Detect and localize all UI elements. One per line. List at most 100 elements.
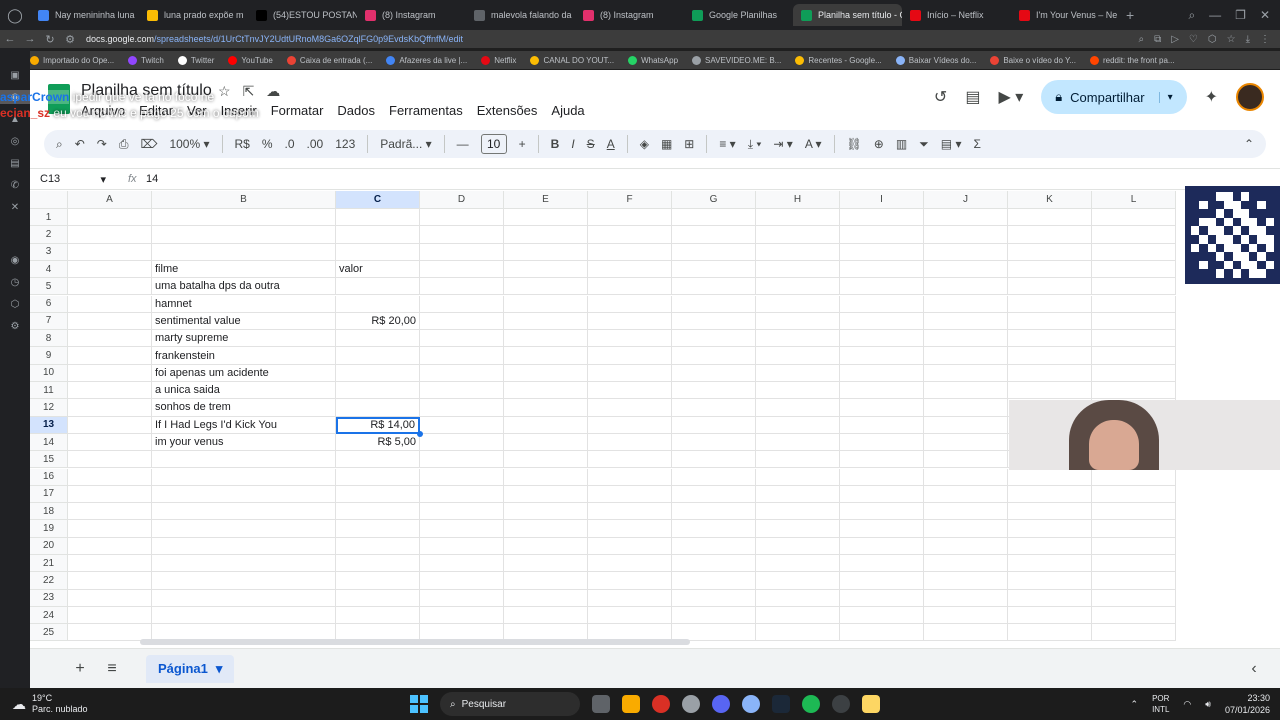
add-sheet-icon[interactable]: + <box>64 660 96 678</box>
grid-cell[interactable] <box>756 485 840 504</box>
forward-icon[interactable]: → <box>20 33 40 45</box>
grid-cell[interactable] <box>840 589 924 607</box>
grid-cell[interactable] <box>1008 537 1092 555</box>
grid-cell[interactable] <box>924 624 1008 642</box>
grid-cell[interactable] <box>1092 555 1176 573</box>
column-header[interactable]: L <box>1092 191 1176 209</box>
grid-cell[interactable] <box>336 606 420 625</box>
grid-cell[interactable] <box>420 451 504 469</box>
grid-cell[interactable] <box>1008 485 1092 504</box>
grid-cell[interactable] <box>1092 226 1176 244</box>
undo-icon[interactable]: ↶ <box>75 137 85 151</box>
grid-cell[interactable] <box>756 278 840 296</box>
grid-cell[interactable] <box>756 364 840 382</box>
selected-cell[interactable]: R$ 14,00 <box>336 416 420 434</box>
grid-cell[interactable] <box>672 278 756 296</box>
grid-cell[interactable] <box>840 485 924 504</box>
grid-cell[interactable] <box>672 226 756 244</box>
insert-comment-icon[interactable]: ⊕ <box>874 137 884 151</box>
grid-cell[interactable] <box>672 606 756 625</box>
grid-cell[interactable] <box>588 260 672 279</box>
currency-format-button[interactable]: R$ <box>235 137 250 151</box>
grid-cell[interactable] <box>756 555 840 573</box>
grid-cell[interactable] <box>504 503 588 521</box>
grid-cell[interactable] <box>924 295 1008 313</box>
grid-cell[interactable] <box>336 503 420 521</box>
grid-cell[interactable] <box>588 589 672 607</box>
grid-cell[interactable] <box>420 433 504 452</box>
grid-cell[interactable] <box>672 312 756 331</box>
grid-cell[interactable] <box>336 278 420 296</box>
grid-cell[interactable] <box>1008 364 1092 382</box>
grid-cell[interactable] <box>336 555 420 573</box>
grid-cell[interactable] <box>68 624 152 642</box>
data-cell[interactable]: R$ 5,00 <box>336 433 420 452</box>
vertical-align-icon[interactable]: ⤓ ▾ <box>748 137 762 152</box>
select-all-corner[interactable] <box>30 191 68 209</box>
grid-cell[interactable] <box>588 382 672 400</box>
grid-cell[interactable] <box>756 295 840 313</box>
clock[interactable]: 23:30 07/01/2026 <box>1225 692 1270 716</box>
grid-cell[interactable] <box>840 209 924 227</box>
back-icon[interactable]: ← <box>0 33 20 45</box>
data-cell[interactable]: R$ 20,00 <box>336 312 420 331</box>
data-cell[interactable]: valor <box>336 260 420 279</box>
data-cell[interactable]: If I Had Legs I'd Kick You <box>152 416 336 434</box>
row-header[interactable]: 11 <box>30 382 68 400</box>
grid-cell[interactable] <box>420 416 504 434</box>
grid-cell[interactable] <box>504 520 588 538</box>
grid-cell[interactable] <box>1008 624 1092 642</box>
grid-cell[interactable] <box>672 347 756 365</box>
grid-cell[interactable] <box>924 399 1008 417</box>
font-size-input[interactable]: 10 <box>480 134 507 154</box>
grid-cell[interactable] <box>756 399 840 417</box>
increase-decimal-button[interactable]: .00 <box>307 137 324 151</box>
taskview-icon[interactable] <box>592 695 610 713</box>
bookmark-item[interactable]: CANAL DO YOUT... <box>530 55 614 65</box>
grid-cell[interactable] <box>588 278 672 296</box>
data-cell[interactable]: hamnet <box>152 295 336 313</box>
data-cell[interactable]: sentimental value <box>152 312 336 331</box>
grid-cell[interactable] <box>504 606 588 625</box>
grid-cell[interactable] <box>336 520 420 538</box>
grid-cell[interactable] <box>756 260 840 279</box>
grid-cell[interactable] <box>1008 606 1092 625</box>
grid-cell[interactable] <box>68 347 152 365</box>
grid-cell[interactable] <box>756 347 840 365</box>
grid-cell[interactable] <box>336 485 420 504</box>
font-select[interactable]: Padrã... ▾ <box>380 137 431 151</box>
grid-cell[interactable] <box>68 330 152 348</box>
bookmark-item[interactable]: Netflix <box>481 55 516 65</box>
grid-cell[interactable] <box>840 243 924 261</box>
grid-cell[interactable] <box>756 572 840 590</box>
heart-icon[interactable]: ♡ <box>1189 34 1198 45</box>
column-header[interactable]: H <box>756 191 840 209</box>
menu-item[interactable]: Dados <box>337 103 375 118</box>
grid-cell[interactable] <box>588 520 672 538</box>
grid-cell[interactable] <box>504 416 588 434</box>
grid-cell[interactable] <box>588 468 672 486</box>
grid-cell[interactable] <box>924 468 1008 486</box>
grid-cell[interactable] <box>68 399 152 417</box>
row-header[interactable]: 1 <box>30 209 68 227</box>
grid-cell[interactable] <box>1092 330 1176 348</box>
insert-chart-icon[interactable]: ▥ <box>896 137 907 151</box>
grid-cell[interactable] <box>68 364 152 382</box>
grid-cell[interactable] <box>840 451 924 469</box>
grid-cell[interactable] <box>840 399 924 417</box>
grid-cell[interactable] <box>68 468 152 486</box>
data-cell[interactable]: frankenstein <box>152 347 336 365</box>
data-cell[interactable]: filme <box>152 260 336 279</box>
grid-cell[interactable] <box>420 572 504 590</box>
grid-cell[interactable] <box>840 606 924 625</box>
grid-cell[interactable] <box>420 278 504 296</box>
file-explorer-icon[interactable] <box>622 695 640 713</box>
grid-cell[interactable] <box>504 295 588 313</box>
grid-cell[interactable] <box>152 503 336 521</box>
grid-cell[interactable] <box>672 485 756 504</box>
tray-overflow-icon[interactable]: ⌃ <box>1131 699 1139 710</box>
grid-cell[interactable] <box>68 433 152 452</box>
filter-views-icon[interactable]: ▤ ▾ <box>941 137 962 151</box>
print-icon[interactable]: ⎙ <box>119 137 129 152</box>
grid-cell[interactable] <box>840 312 924 331</box>
